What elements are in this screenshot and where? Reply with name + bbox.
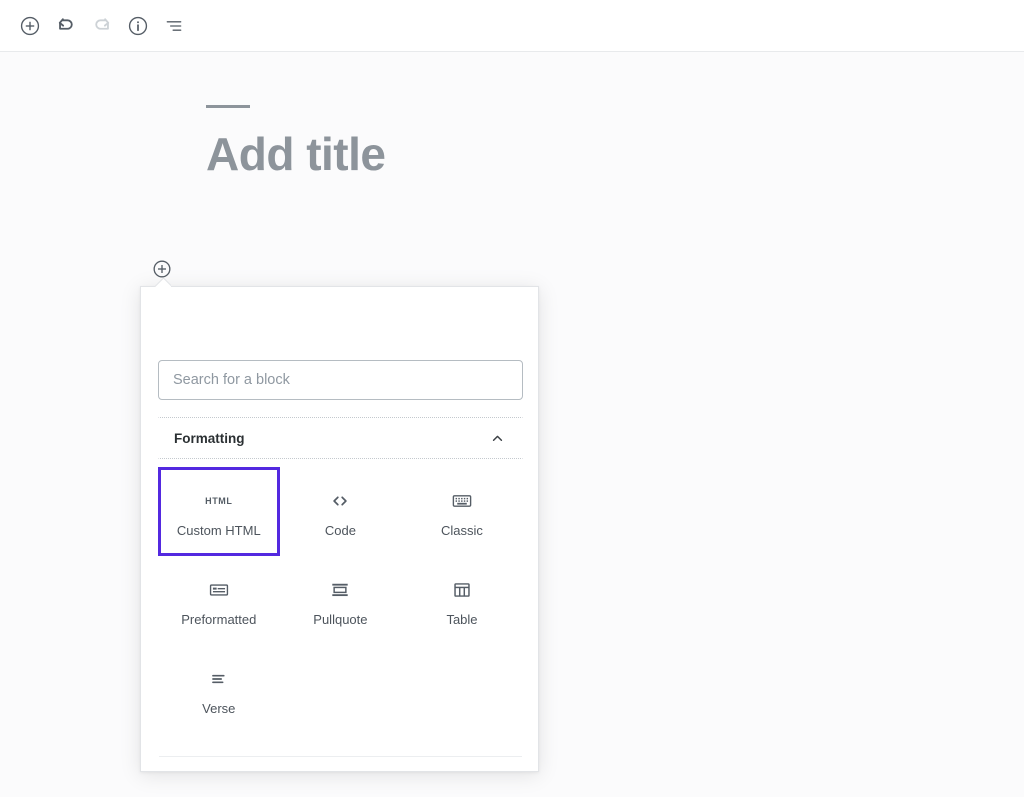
code-brackets-icon [329,485,351,517]
block-type-label: Code [325,523,356,539]
editor-header [0,0,1024,52]
pullquote-icon [329,574,351,606]
block-type-grid: HTML Custom HTML Code [158,467,523,734]
table-icon [451,574,473,606]
category-title: Formatting [174,431,245,446]
block-type-label: Verse [202,701,235,717]
list-view-icon [164,16,184,36]
block-type-label: Preformatted [181,612,256,628]
undo-icon [55,15,77,37]
html-text-icon: HTML [205,485,232,517]
popover-arrow [155,278,171,287]
category-header-formatting[interactable]: Formatting [158,417,523,459]
block-type-label: Custom HTML [177,523,261,539]
redo-icon [91,15,113,37]
plus-circle-icon [19,15,41,37]
post-title-placeholder[interactable]: Add title [206,128,826,181]
title-rule [206,105,250,108]
add-block-button[interactable] [12,8,48,44]
inserter-toggle-button[interactable] [152,259,172,279]
block-navigation-button[interactable] [156,8,192,44]
block-type-label: Table [446,612,477,628]
search-input[interactable] [158,360,523,400]
block-type-custom-html[interactable]: HTML Custom HTML [158,467,280,556]
block-type-code[interactable]: Code [280,467,402,556]
redo-button[interactable] [84,8,120,44]
block-type-label: Pullquote [313,612,367,628]
block-type-classic[interactable]: Classic [401,467,523,556]
block-type-pullquote[interactable]: Pullquote [280,556,402,645]
info-circle-icon [127,15,149,37]
preformatted-icon [208,574,230,606]
content-structure-button[interactable] [120,8,156,44]
block-type-preformatted[interactable]: Preformatted [158,556,280,645]
chevron-up-icon [489,430,506,447]
verse-lines-icon [208,663,230,695]
block-type-label: Classic [441,523,483,539]
block-type-verse[interactable]: Verse [158,645,280,734]
editor-canvas: Add title Formatting HTML [0,52,1024,797]
post-title-area: Add title [206,105,826,181]
keyboard-icon [451,485,473,517]
block-type-table[interactable]: Table [401,556,523,645]
inserter-footer-divider [159,756,522,757]
undo-button[interactable] [48,8,84,44]
block-inserter-popover: Formatting HTML Custom HTML [140,286,539,772]
